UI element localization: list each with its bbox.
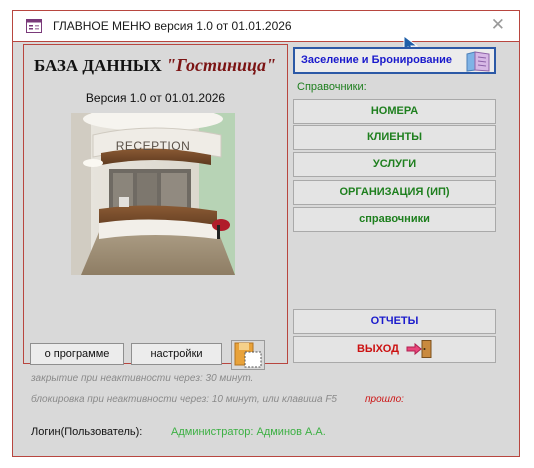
title-bar: ГЛАВНОЕ МЕНЮ версия 1.0 от 01.01.2026 ✕ [13, 11, 519, 42]
login-label: Логин(Пользователь): [31, 426, 143, 438]
version-label: Версия 1.0 от 01.01.2026 [85, 91, 226, 105]
floppy-icon[interactable] [231, 340, 265, 370]
database-title: БАЗА ДАННЫХ "Гостиница" [34, 55, 284, 76]
references-label: Справочники: [297, 81, 367, 93]
directories-button[interactable]: справочники [293, 207, 496, 232]
booking-button[interactable]: Заселение и Бронирование [293, 47, 496, 74]
inactivity-lock-text: блокировка при неактивности через: 10 ми… [31, 394, 337, 405]
window-title: ГЛАВНОЕ МЕНЮ версия 1.0 от 01.01.2026 [53, 19, 292, 33]
close-icon[interactable]: ✕ [491, 16, 505, 34]
organization-button[interactable]: ОРГАНИЗАЦИЯ (ИП) [293, 180, 496, 205]
database-name: "Гостиница" [166, 55, 276, 75]
door-exit-icon [406, 340, 432, 359]
about-button[interactable]: о программе [30, 343, 124, 365]
database-title-prefix: БАЗА ДАННЫХ [34, 56, 167, 75]
reports-button[interactable]: ОТЧЕТЫ [293, 309, 496, 334]
booking-button-label: Заселение и Бронирование [301, 54, 453, 66]
settings-button[interactable]: настройки [131, 343, 222, 365]
main-menu-window: ГЛАВНОЕ МЕНЮ версия 1.0 от 01.01.2026 ✕ … [12, 10, 520, 457]
info-panel: БАЗА ДАННЫХ "Гостиница" Версия 1.0 от 01… [23, 44, 288, 370]
books-icon [466, 51, 490, 72]
rooms-button[interactable]: НОМЕРА [293, 99, 496, 124]
login-value: Администратор: Админов А.А. [171, 426, 326, 438]
elapsed-label: прошло: [365, 394, 404, 405]
exit-button-label: ВЫХОД [356, 343, 399, 355]
exit-button[interactable]: ВЫХОД [293, 336, 496, 363]
clients-button[interactable]: КЛИЕНТЫ [293, 125, 496, 150]
form-icon [26, 19, 42, 33]
reception-sign: RECEPTION [116, 139, 191, 153]
inactivity-close-text: закрытие при неактивности через: 30 мину… [31, 373, 254, 384]
reception-photo: RECEPTION [71, 113, 235, 275]
services-button[interactable]: УСЛУГИ [293, 152, 496, 177]
